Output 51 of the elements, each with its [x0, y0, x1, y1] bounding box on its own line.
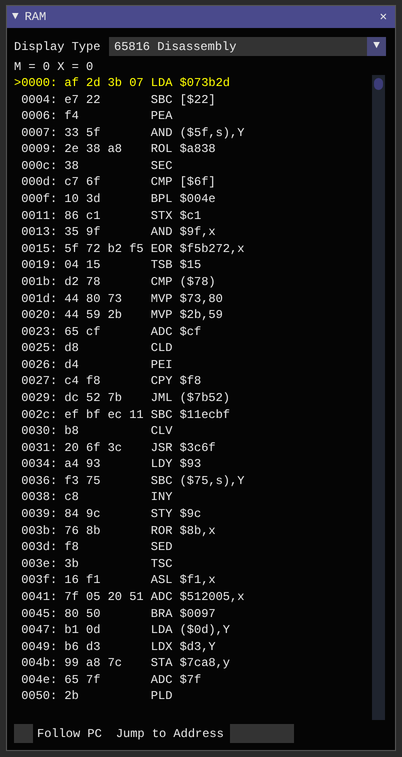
disassembly-line[interactable]: 004e: 65 7f ADC $7f: [14, 672, 372, 688]
disassembly-line[interactable]: >0000: af 2d 3b 07 LDA $073b2d: [14, 75, 372, 92]
disassembly-line[interactable]: 0029: dc 52 7b JML ($7b52): [14, 390, 372, 407]
disassembly-line[interactable]: 0038: c8 INY: [14, 489, 372, 506]
disassembly-line[interactable]: 0030: b8 CLV: [14, 423, 372, 440]
disassembly-line[interactable]: 0045: 80 50 BRA $0097: [14, 606, 372, 622]
disassembly-line[interactable]: 0006: f4 PEA: [14, 108, 372, 125]
disassembly-line[interactable]: 003f: 16 f1 ASL $f1,x: [14, 572, 372, 589]
flags-text: M = 0 X = 0: [14, 59, 94, 75]
disassembly-line[interactable]: 001b: d2 78 CMP ($78): [14, 274, 372, 291]
disassembly-line[interactable]: 000f: 10 3d BPL $004e: [14, 191, 372, 208]
disassembly-line[interactable]: 0011: 86 c1 STX $c1: [14, 208, 372, 224]
disassembly-line[interactable]: 0047: b1 0d LDA ($0d),Y: [14, 622, 372, 639]
disassembly-line[interactable]: 003b: 76 8b ROR $8b,x: [14, 522, 372, 540]
disassembly-line[interactable]: 0034: a4 93 LDY $93: [14, 456, 372, 473]
disassembly-line[interactable]: 004b: 99 a8 7c STA $7ca8,y: [14, 655, 372, 672]
dropdown-arrow-button[interactable]: ▼: [367, 37, 386, 56]
disassembly-line[interactable]: 0004: e7 22 SBC [$22]: [14, 92, 372, 108]
disassembly-line[interactable]: 0023: 65 cf ADC $cf: [14, 324, 372, 340]
disassembly-line[interactable]: 003d: f8 SED: [14, 539, 372, 556]
follow-pc-label: Follow PC: [37, 726, 102, 742]
display-type-dropdown[interactable]: 65816 Disassembly ▼: [109, 37, 386, 56]
display-type-label: Display Type: [14, 38, 102, 56]
disassembly-line[interactable]: 0027: c4 f8 CPY $f8: [14, 373, 372, 390]
disassembly-line[interactable]: 0015: 5f 72 b2 f5 EOR $f5b272,x: [14, 240, 372, 258]
disassembly-line[interactable]: 0039: 84 9c STY $9c: [14, 506, 372, 523]
disassembly-line[interactable]: 001d: 44 80 73 MVP $73,80: [14, 290, 372, 308]
disassembly-line[interactable]: 0050: 2b PLD: [14, 688, 372, 705]
scrollbar-track[interactable]: [372, 75, 385, 720]
disassembly-line[interactable]: 000c: 38 SEC: [14, 158, 372, 174]
disassembly-line[interactable]: 0019: 04 15 TSB $15: [14, 257, 372, 274]
disassembly-line[interactable]: 0020: 44 59 2b MVP $2b,59: [14, 307, 372, 324]
disassembly-line[interactable]: 0007: 33 5f AND ($5f,s),Y: [14, 124, 372, 142]
disassembly-line[interactable]: 0009: 2e 38 a8 ROL $a838: [14, 141, 372, 158]
follow-pc-checkbox[interactable]: [14, 724, 33, 743]
disassembly-line[interactable]: 000d: c7 6f CMP [$6f]: [14, 174, 372, 192]
address-input-field[interactable]: [230, 724, 294, 743]
disassembly-line[interactable]: 0025: d8 CLD: [14, 340, 372, 357]
disassembly-line[interactable]: 0041: 7f 05 20 51 ADC $512005,x: [14, 588, 372, 606]
jump-to-address-label: Jump to Address: [116, 726, 224, 742]
close-button[interactable]: ✕: [380, 8, 390, 26]
collapse-toggle[interactable]: ▼: [12, 8, 19, 26]
window-title: RAM: [24, 9, 46, 26]
disassembly-line[interactable]: 0049: b6 d3 LDX $d3,Y: [14, 638, 372, 656]
disassembly-line[interactable]: 0026: d4 PEI: [14, 356, 372, 374]
disassembly-line[interactable]: 003e: 3b TSC: [14, 556, 372, 572]
scrollbar-grip[interactable]: [374, 78, 383, 90]
disassembly-line[interactable]: 0036: f3 75 SBC ($75,s),Y: [14, 472, 372, 490]
disassembly-line[interactable]: 0031: 20 6f 3c JSR $3c6f: [14, 440, 372, 456]
disassembly-line[interactable]: 002c: ef bf ec 11 SBC $11ecbf: [14, 406, 372, 424]
disassembly-line[interactable]: 0013: 35 9f AND $9f,x: [14, 224, 372, 241]
